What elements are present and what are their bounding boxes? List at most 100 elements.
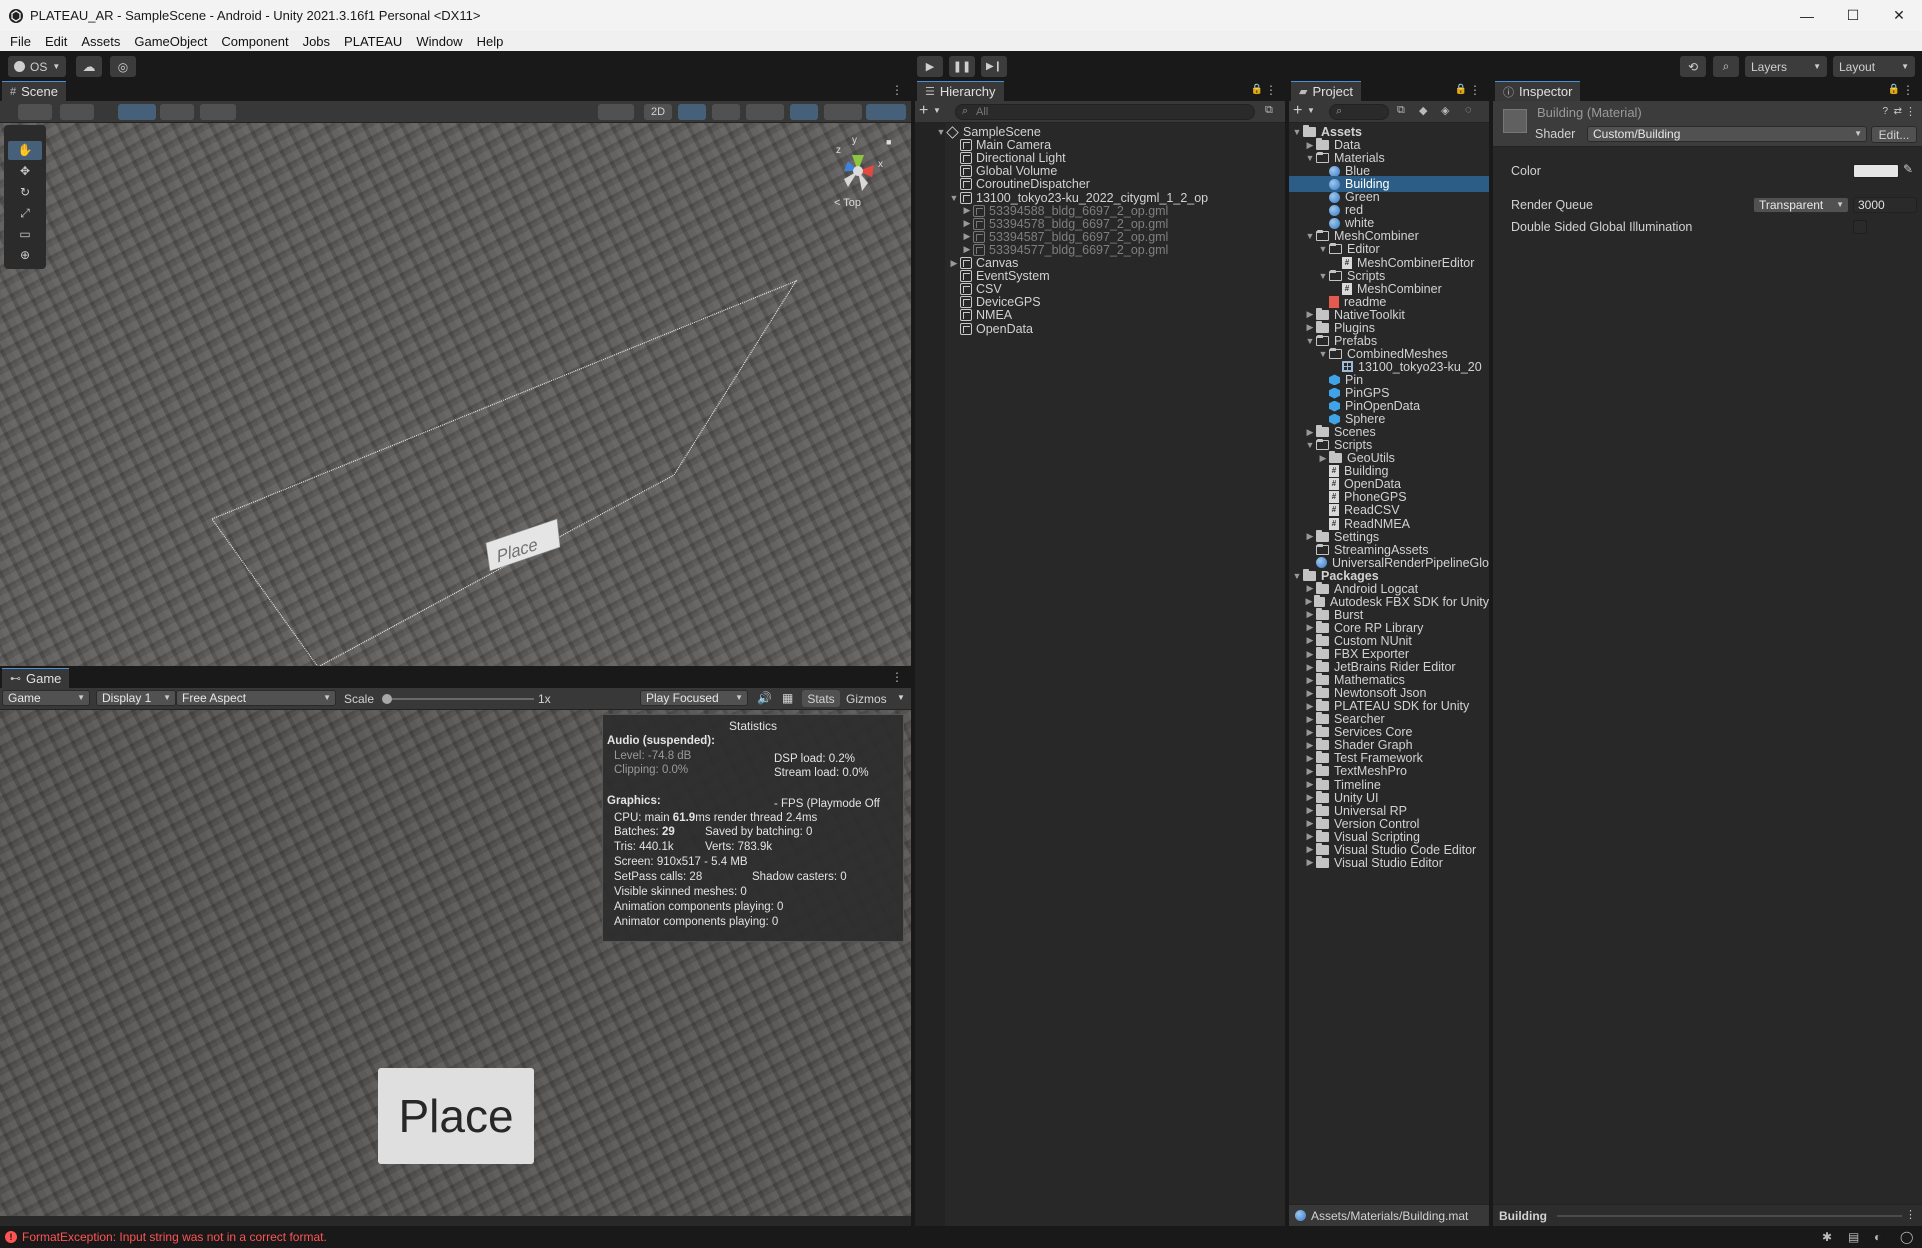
more-options-icon[interactable]: ⋮ bbox=[1902, 83, 1914, 97]
tab-scene[interactable]: # Scene bbox=[2, 81, 66, 101]
more-options-icon[interactable]: ⋮ bbox=[891, 83, 903, 97]
search-by-label-icon[interactable]: ◆ bbox=[1419, 104, 1427, 117]
maximize-button[interactable]: ☐ bbox=[1830, 0, 1876, 31]
view-mode-dropdown[interactable]: Game bbox=[2, 690, 90, 706]
chevron-down-icon[interactable]: ▼ bbox=[933, 106, 941, 115]
collapsed-arrow-icon[interactable]: ▶ bbox=[1304, 596, 1314, 607]
render-queue-dropdown[interactable]: Transparent bbox=[1753, 197, 1849, 213]
collapsed-arrow-icon[interactable]: ▶ bbox=[1304, 583, 1316, 594]
collapsed-arrow-icon[interactable]: ▶ bbox=[1304, 831, 1316, 842]
scale-slider-thumb[interactable] bbox=[382, 694, 392, 704]
collapsed-arrow-icon[interactable]: ▶ bbox=[1304, 675, 1316, 686]
more-options-icon[interactable]: ⋮ bbox=[1905, 1208, 1916, 1221]
collapsed-arrow-icon[interactable]: ▶ bbox=[1304, 622, 1316, 633]
lock-icon[interactable]: 🔒 bbox=[1455, 84, 1467, 95]
search-filter-icon[interactable]: ⧉ bbox=[1265, 104, 1273, 117]
audio-toggle[interactable] bbox=[712, 104, 740, 120]
menu-component[interactable]: Component bbox=[214, 34, 295, 49]
menu-gameobject[interactable]: GameObject bbox=[127, 34, 214, 49]
display-dropdown[interactable]: Display 1 bbox=[96, 690, 176, 706]
render-queue-input[interactable]: 3000 bbox=[1853, 197, 1917, 213]
grid-toggle-dropdown[interactable] bbox=[200, 104, 236, 120]
play-mode-dropdown[interactable]: Play Focused bbox=[640, 690, 748, 706]
collapsed-arrow-icon[interactable]: ▶ bbox=[961, 244, 973, 255]
menu-plateau[interactable]: PLATEAU bbox=[337, 34, 409, 49]
collapsed-arrow-icon[interactable]: ▶ bbox=[1304, 427, 1316, 438]
pause-button[interactable]: ❚❚ bbox=[949, 56, 975, 77]
add-icon[interactable]: + bbox=[1293, 102, 1302, 120]
more-options-icon[interactable]: ⋮ bbox=[1265, 83, 1277, 97]
expanded-arrow-icon[interactable]: ▼ bbox=[1291, 571, 1303, 581]
play-button[interactable]: ▶ bbox=[917, 56, 943, 77]
history-button[interactable]: ⟲ bbox=[1680, 56, 1706, 77]
gizmos-dropdown[interactable] bbox=[866, 104, 906, 120]
transform-tool-dropdown[interactable] bbox=[18, 104, 52, 120]
more-options-icon[interactable]: ⋮ bbox=[1469, 83, 1481, 97]
collapsed-arrow-icon[interactable]: ▶ bbox=[1304, 662, 1316, 673]
scale-slider[interactable] bbox=[382, 694, 534, 704]
chevron-down-icon[interactable]: ▼ bbox=[897, 693, 905, 702]
account-dropdown[interactable]: OS ▼ bbox=[8, 56, 66, 77]
menu-jobs[interactable]: Jobs bbox=[296, 34, 337, 49]
lock-icon[interactable]: 🔒 bbox=[1251, 84, 1263, 95]
collapsed-arrow-icon[interactable]: ▶ bbox=[1304, 844, 1316, 855]
mute-audio-icon[interactable]: 🔊 bbox=[757, 691, 772, 705]
tab-inspector[interactable]: ⓘ Inspector bbox=[1495, 81, 1581, 101]
tab-hierarchy[interactable]: ☰ Hierarchy bbox=[917, 81, 1004, 101]
expanded-arrow-icon[interactable]: ▼ bbox=[1304, 440, 1316, 450]
debug-icon[interactable]: ✱ bbox=[1822, 1230, 1832, 1244]
preset-icon[interactable]: ⇄ bbox=[1894, 106, 1902, 117]
collapsed-arrow-icon[interactable]: ▶ bbox=[1304, 779, 1316, 790]
collapsed-arrow-icon[interactable]: ▶ bbox=[1304, 753, 1316, 764]
collapsed-arrow-icon[interactable]: ▶ bbox=[1304, 309, 1316, 320]
stats-toggle[interactable]: Stats bbox=[802, 690, 840, 707]
collapsed-arrow-icon[interactable]: ▶ bbox=[1304, 714, 1316, 725]
menu-window[interactable]: Window bbox=[409, 34, 469, 49]
tab-project[interactable]: ▰ Project bbox=[1291, 81, 1361, 101]
search-by-type-icon[interactable]: ⧉ bbox=[1397, 104, 1405, 117]
menu-file[interactable]: File bbox=[3, 34, 38, 49]
collapsed-arrow-icon[interactable]: ▶ bbox=[948, 258, 960, 269]
expanded-arrow-icon[interactable]: ▼ bbox=[948, 193, 960, 203]
label-icon[interactable]: ◈ bbox=[1441, 104, 1449, 117]
chevron-down-icon[interactable]: ▼ bbox=[1307, 106, 1315, 115]
lock-icon[interactable]: ■ bbox=[886, 137, 891, 147]
expanded-arrow-icon[interactable]: ▼ bbox=[1291, 127, 1303, 137]
collapsed-arrow-icon[interactable]: ▶ bbox=[1304, 805, 1316, 816]
camera-dropdown[interactable] bbox=[824, 104, 862, 120]
collapsed-arrow-icon[interactable]: ▶ bbox=[1304, 140, 1316, 151]
grid-icon[interactable]: ▦ bbox=[782, 691, 793, 705]
collapsed-arrow-icon[interactable]: ▶ bbox=[1317, 453, 1329, 464]
close-button[interactable]: ✕ bbox=[1876, 0, 1922, 31]
cache-icon[interactable]: ▤ bbox=[1848, 1230, 1859, 1244]
hierarchy-item[interactable]: OpenData bbox=[915, 321, 1285, 337]
layout-dropdown[interactable]: Layout ▼ bbox=[1833, 56, 1915, 77]
minimize-button[interactable]: — bbox=[1784, 0, 1830, 31]
collapsed-arrow-icon[interactable]: ▶ bbox=[1304, 688, 1316, 699]
orientation-gizmo[interactable]: y z x < Top ■ bbox=[818, 135, 898, 213]
shader-edit-button[interactable]: Edit... bbox=[1871, 126, 1917, 143]
grid-snap-dropdown[interactable] bbox=[118, 104, 156, 120]
project-item[interactable]: ▶ Visual Studio Editor bbox=[1289, 855, 1489, 871]
dsgi-checkbox[interactable] bbox=[1853, 220, 1867, 234]
collapsed-arrow-icon[interactable]: ▶ bbox=[1304, 818, 1316, 829]
expanded-arrow-icon[interactable]: ▼ bbox=[1304, 153, 1316, 163]
tab-game[interactable]: ⊷ Game bbox=[2, 668, 70, 688]
collapsed-arrow-icon[interactable]: ▶ bbox=[1304, 701, 1316, 712]
expanded-arrow-icon[interactable]: ▼ bbox=[1317, 244, 1329, 254]
menu-assets[interactable]: Assets bbox=[74, 34, 127, 49]
progress-icon[interactable]: ◯ bbox=[1900, 1230, 1913, 1244]
place-button[interactable]: Place bbox=[378, 1068, 534, 1164]
menu-help[interactable]: Help bbox=[470, 34, 511, 49]
expanded-arrow-icon[interactable]: ▼ bbox=[1317, 349, 1329, 359]
lock-icon[interactable]: 🔒 bbox=[1888, 84, 1900, 95]
collapsed-arrow-icon[interactable]: ▶ bbox=[1304, 609, 1316, 620]
gizmos-label[interactable]: Gizmos bbox=[846, 692, 887, 706]
collapsed-arrow-icon[interactable]: ▶ bbox=[961, 231, 973, 242]
collapsed-arrow-icon[interactable]: ▶ bbox=[1304, 649, 1316, 660]
expanded-arrow-icon[interactable]: ▼ bbox=[1304, 336, 1316, 346]
collapsed-arrow-icon[interactable]: ▶ bbox=[1304, 531, 1316, 542]
more-options-icon[interactable]: ⋮ bbox=[1905, 105, 1916, 118]
effects-dropdown[interactable] bbox=[746, 104, 784, 120]
menu-edit[interactable]: Edit bbox=[38, 34, 74, 49]
